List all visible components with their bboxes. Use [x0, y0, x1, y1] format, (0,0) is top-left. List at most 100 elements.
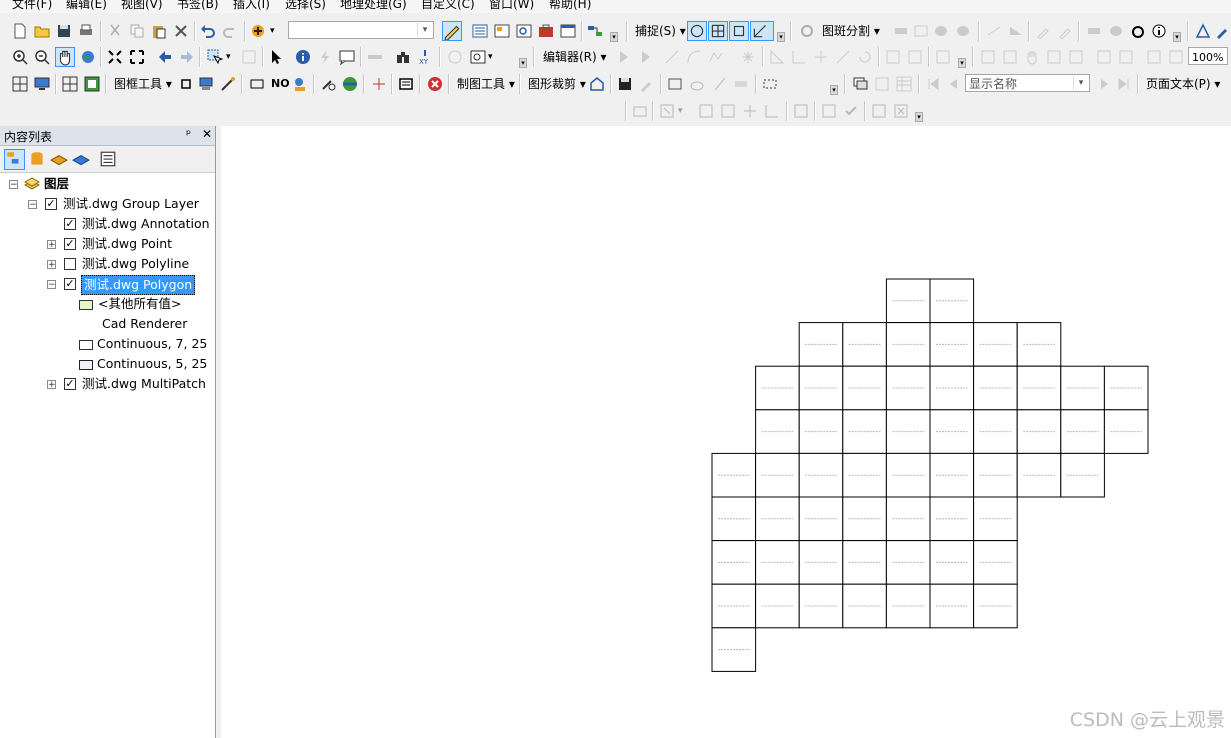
previous-page-icon[interactable]: [946, 76, 962, 92]
topology-tool-icon[interactable]: [720, 103, 736, 119]
validate-check-icon[interactable]: [843, 103, 859, 119]
layout-pan-icon[interactable]: [1024, 49, 1040, 65]
map-frame-icon[interactable]: [84, 76, 100, 92]
menu-insert[interactable]: 插入(I): [233, 0, 270, 13]
model-builder-icon[interactable]: [587, 23, 603, 39]
catalog-icon[interactable]: [494, 23, 510, 39]
find-binoculars-icon[interactable]: [395, 49, 411, 65]
rectangle-icon[interactable]: [667, 76, 683, 92]
edge-snapping-toggle[interactable]: [750, 21, 774, 41]
collapse-icon[interactable]: −: [9, 180, 18, 190]
toolbar-options-button[interactable]: ▾: [830, 85, 838, 95]
arctoolbox-icon[interactable]: [538, 23, 554, 39]
line-tool-icon[interactable]: [986, 23, 1002, 39]
feature-tool-icon[interactable]: [933, 23, 949, 39]
collapse-icon[interactable]: −: [47, 280, 56, 290]
search-window-icon[interactable]: [516, 23, 532, 39]
shape-tool-icon[interactable]: [711, 76, 727, 92]
html-popup-icon[interactable]: [339, 49, 355, 65]
polygon-fill-swatch[interactable]: [79, 360, 93, 370]
topology-tool-icon[interactable]: [764, 103, 780, 119]
straight-segment-icon[interactable]: [664, 49, 680, 65]
endpoint-arc-icon[interactable]: [686, 49, 702, 65]
viewer-dropdown-arrow[interactable]: ▾: [488, 48, 493, 66]
list-by-drawing-order-button[interactable]: [4, 149, 25, 170]
back-arrow-icon[interactable]: [157, 49, 173, 65]
table-of-contents-icon[interactable]: [472, 23, 488, 39]
menu-customize[interactable]: 自定义(C): [421, 0, 475, 13]
last-page-icon[interactable]: [1116, 76, 1132, 92]
list-by-visibility-icon[interactable]: [50, 150, 68, 168]
cut-icon[interactable]: [107, 23, 123, 39]
menu-file[interactable]: 文件(F): [12, 0, 52, 13]
square-icon[interactable]: [178, 76, 194, 92]
menu-geoprocessing[interactable]: 地理处理(G): [340, 0, 407, 13]
menu-bookmarks[interactable]: 书签(B): [177, 0, 219, 13]
hyperlink-icon[interactable]: [317, 49, 333, 65]
redo-icon[interactable]: [222, 23, 238, 39]
next-page-icon[interactable]: [1096, 76, 1112, 92]
edit-tool-icon[interactable]: [1215, 23, 1231, 39]
toolbar-options-button[interactable]: ▾: [777, 32, 785, 42]
expand-icon[interactable]: +: [47, 240, 56, 250]
clip-menu[interactable]: 图形裁剪 ▾: [528, 75, 586, 93]
add-data-icon[interactable]: [250, 23, 266, 39]
go-to-xy-icon[interactable]: XY: [417, 49, 433, 65]
toolbar-options-button[interactable]: ▾: [915, 112, 923, 122]
undo-icon[interactable]: [200, 23, 216, 39]
toolbar-options-button[interactable]: ▾: [1173, 32, 1181, 42]
page-text-menu[interactable]: 页面文本(P) ▾: [1146, 75, 1220, 93]
delete-icon[interactable]: [173, 23, 189, 39]
toolbar-options-button[interactable]: ▾: [519, 58, 527, 68]
toolbar-options-button[interactable]: ▾: [958, 58, 966, 68]
select-dropdown-arrow[interactable]: ▾: [226, 48, 231, 66]
expand-icon[interactable]: +: [47, 380, 56, 390]
shape-tool-icon[interactable]: [733, 76, 749, 92]
split-icon[interactable]: [835, 49, 851, 65]
editor-menu[interactable]: 编辑器(R) ▾: [543, 48, 607, 66]
options-icon[interactable]: [99, 150, 117, 168]
copy-icon[interactable]: [129, 23, 145, 39]
reshape-icon[interactable]: [791, 49, 807, 65]
menu-windows[interactable]: 窗口(W): [489, 0, 534, 13]
open-folder-icon[interactable]: [34, 23, 50, 39]
new-document-icon[interactable]: [12, 23, 28, 39]
menu-selection[interactable]: 选择(S): [285, 0, 326, 13]
time-slider-icon[interactable]: [447, 49, 463, 65]
polygon-fill-swatch[interactable]: [79, 300, 93, 310]
edit-tool-icon[interactable]: [1036, 23, 1052, 39]
topology-tool-icon[interactable]: [793, 103, 809, 119]
ring-icon[interactable]: [1130, 23, 1146, 39]
full-extent-globe-icon[interactable]: [80, 49, 96, 65]
attributes-icon[interactable]: [885, 49, 901, 65]
edit-tool-arrow-icon[interactable]: [616, 49, 632, 65]
layer-checkbox[interactable]: ✓: [64, 218, 76, 230]
layout-tool-icon[interactable]: [980, 49, 996, 65]
list-by-selection-icon[interactable]: [72, 150, 90, 168]
menu-view[interactable]: 视图(V): [121, 0, 163, 13]
grid-icon[interactable]: [12, 76, 28, 92]
wand-icon[interactable]: [220, 76, 236, 92]
zoom-in-icon[interactable]: [12, 49, 28, 65]
expand-icon[interactable]: +: [47, 260, 56, 270]
list-by-source-icon[interactable]: [28, 150, 46, 168]
layout-back-icon[interactable]: [1146, 49, 1162, 65]
topology-dropdown-arrow[interactable]: ▾: [678, 102, 683, 120]
layout-tool-icon[interactable]: [1002, 49, 1018, 65]
menu-help[interactable]: 帮助(H): [549, 0, 591, 13]
layer-checkbox[interactable]: [64, 258, 76, 270]
vertex-snapping-toggle[interactable]: [729, 21, 749, 41]
error-close-icon[interactable]: [893, 103, 909, 119]
print-icon[interactable]: [78, 23, 94, 39]
shape-tool-icon[interactable]: [689, 76, 705, 92]
feature-tool-icon[interactable]: [913, 23, 929, 39]
save-disk-icon[interactable]: [617, 76, 633, 92]
add-data-dropdown-arrow[interactable]: ▾: [270, 22, 275, 40]
edit-tool-icon[interactable]: [639, 76, 655, 92]
identify-icon[interactable]: [295, 49, 311, 65]
page-name-combo[interactable]: 显示名称 ▾: [965, 74, 1090, 92]
end-snapping-toggle[interactable]: [708, 21, 728, 41]
computer-icon[interactable]: [198, 76, 214, 92]
line-tool-icon[interactable]: [1008, 23, 1024, 39]
pin-icon[interactable]: ᵖ: [186, 127, 191, 141]
